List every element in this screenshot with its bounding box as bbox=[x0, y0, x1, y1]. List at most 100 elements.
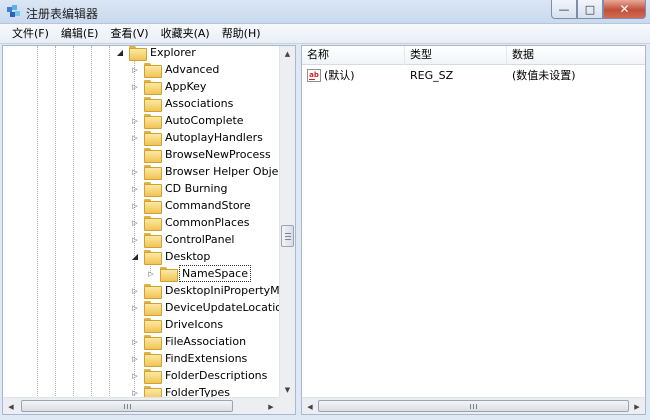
value-name: (默认) bbox=[324, 69, 355, 82]
folder-icon bbox=[144, 182, 162, 197]
close-button[interactable]: ✕ bbox=[603, 0, 646, 19]
expand-arrow-icon[interactable]: ▷ bbox=[130, 282, 140, 299]
menu-view[interactable]: 查看(V) bbox=[104, 24, 154, 44]
value-data: (数值未设置) bbox=[512, 69, 576, 82]
folder-icon bbox=[144, 199, 162, 214]
expand-arrow-icon[interactable]: ▷ bbox=[130, 78, 140, 95]
scroll-left-icon[interactable]: ◀ bbox=[3, 398, 19, 414]
folder-icon bbox=[144, 165, 162, 180]
string-value-icon: ab bbox=[307, 69, 321, 82]
folder-icon bbox=[144, 131, 162, 146]
scroll-right-icon[interactable]: ▶ bbox=[629, 398, 645, 414]
expand-arrow-icon[interactable]: ▷ bbox=[130, 61, 140, 78]
expand-arrow-icon[interactable]: ▷ bbox=[130, 214, 140, 231]
tree-node-findextensions[interactable]: ▷ FindExtensions bbox=[130, 350, 249, 367]
tree-guide-line bbox=[55, 46, 56, 398]
collapse-arrow-icon[interactable]: ◢ bbox=[130, 248, 140, 265]
tree-node-label: AutoplayHandlers bbox=[165, 131, 263, 144]
tree-node-explorer[interactable]: ◢ Explorer bbox=[115, 46, 198, 61]
tree-node-folderdescriptions[interactable]: ▷ FolderDescriptions bbox=[130, 367, 269, 384]
menu-help[interactable]: 帮助(H) bbox=[216, 24, 267, 44]
scroll-down-icon[interactable]: ▼ bbox=[280, 382, 295, 398]
tree-guide-line bbox=[109, 46, 110, 398]
tree-node-desktopinipropertymap[interactable]: ▷ DesktopIniPropertyMap bbox=[130, 282, 295, 299]
folder-open-icon bbox=[144, 250, 162, 265]
tree-node-label: AutoComplete bbox=[165, 114, 244, 127]
folder-icon bbox=[144, 284, 162, 299]
values-list[interactable]: 名称 类型 数据 ab (默认) REG_SZ (数值未设置) ◀ ▶ bbox=[301, 45, 646, 415]
expand-arrow-icon[interactable]: ▷ bbox=[130, 163, 140, 180]
tree-node-label: CommandStore bbox=[165, 199, 251, 212]
values-horizontal-scrollbar[interactable]: ◀ ▶ bbox=[302, 397, 645, 414]
tree-node-label: BrowseNewProcess bbox=[165, 148, 271, 161]
expand-arrow-icon[interactable]: ▷ bbox=[130, 112, 140, 129]
folder-icon bbox=[144, 318, 162, 333]
scroll-right-icon[interactable]: ▶ bbox=[263, 398, 279, 414]
tree-node-autoplayhandlers[interactable]: ▷ AutoplayHandlers bbox=[130, 129, 265, 146]
expand-arrow-icon[interactable]: ▷ bbox=[146, 265, 156, 282]
folder-icon bbox=[144, 335, 162, 350]
value-type: REG_SZ bbox=[410, 69, 454, 82]
tree-node-controlpanel[interactable]: ▷ ControlPanel bbox=[130, 231, 236, 248]
window-controls: — □ ✕ bbox=[551, 0, 646, 19]
expand-arrow-icon[interactable]: ▷ bbox=[130, 350, 140, 367]
tree-horizontal-scrollbar[interactable]: ◀ ▶ bbox=[3, 397, 279, 414]
folder-icon bbox=[144, 216, 162, 231]
tree-node-cd-burning[interactable]: ▷ CD Burning bbox=[130, 180, 229, 197]
folder-icon bbox=[160, 267, 178, 282]
tree-node-namespace[interactable]: ▷ NameSpace bbox=[146, 265, 251, 282]
scroll-thumb[interactable] bbox=[281, 225, 294, 247]
expand-arrow-icon[interactable]: ▷ bbox=[130, 299, 140, 316]
tree-node-desktop[interactable]: ◢ Desktop bbox=[130, 248, 212, 265]
tree-vertical-scrollbar[interactable]: ▲ ▼ bbox=[279, 46, 295, 398]
collapse-arrow-icon[interactable]: ◢ bbox=[115, 46, 125, 61]
tree-node-appkey[interactable]: ▷ AppKey bbox=[130, 78, 208, 95]
list-item[interactable]: ab (默认) REG_SZ (数值未设置) bbox=[302, 66, 645, 85]
scroll-left-icon[interactable]: ◀ bbox=[302, 398, 318, 414]
column-header-name[interactable]: 名称 bbox=[302, 46, 405, 65]
expand-arrow-icon[interactable]: ▷ bbox=[130, 333, 140, 350]
key-tree[interactable]: ◢ Explorer ▷ Advanced ▷ AppKey Associati… bbox=[2, 45, 296, 415]
tree-node-label: Desktop bbox=[165, 250, 211, 263]
tree-node-label: Browser Helper Objects bbox=[165, 165, 295, 178]
tree-node-autocomplete[interactable]: ▷ AutoComplete bbox=[130, 112, 246, 129]
expand-arrow-icon[interactable]: ▷ bbox=[130, 129, 140, 146]
tree-node-label: CD Burning bbox=[165, 182, 228, 195]
tree-node-label: Advanced bbox=[165, 63, 220, 76]
menu-favorites[interactable]: 收藏夹(A) bbox=[155, 24, 216, 44]
expand-arrow-icon[interactable]: ▷ bbox=[130, 180, 140, 197]
tree-node-label: CommonPlaces bbox=[165, 216, 250, 229]
scroll-up-icon[interactable]: ▲ bbox=[280, 46, 295, 62]
tree-node-driveicons[interactable]: DriveIcons bbox=[130, 316, 225, 333]
expand-arrow-icon[interactable]: ▷ bbox=[130, 231, 140, 248]
menu-edit[interactable]: 编辑(E) bbox=[55, 24, 105, 44]
tree-node-associations[interactable]: Associations bbox=[130, 95, 235, 112]
folder-icon bbox=[144, 97, 162, 112]
tree-node-label: FindExtensions bbox=[165, 352, 248, 365]
tree-node-label: Associations bbox=[165, 97, 234, 110]
tree-node-fileassociation[interactable]: ▷ FileAssociation bbox=[130, 333, 248, 350]
menu-file[interactable]: 文件(F) bbox=[6, 24, 55, 44]
tree-node-browsenewprocess[interactable]: BrowseNewProcess bbox=[130, 146, 273, 163]
tree-node-advanced[interactable]: ▷ Advanced bbox=[130, 61, 221, 78]
maximize-button[interactable]: □ bbox=[577, 0, 603, 19]
tree-node-commandstore[interactable]: ▷ CommandStore bbox=[130, 197, 253, 214]
expand-arrow-icon[interactable]: ▷ bbox=[130, 197, 140, 214]
list-header: 名称 类型 数据 bbox=[302, 46, 645, 65]
folder-open-icon bbox=[129, 46, 147, 61]
minimize-button[interactable]: — bbox=[551, 0, 577, 19]
menu-bar: 文件(F) 编辑(E) 查看(V) 收藏夹(A) 帮助(H) bbox=[0, 24, 650, 44]
column-header-data[interactable]: 数据 bbox=[507, 46, 645, 65]
tree-node-label: DriveIcons bbox=[165, 318, 224, 331]
scroll-thumb[interactable] bbox=[318, 400, 629, 412]
tree-node-label: Explorer bbox=[150, 46, 196, 59]
scroll-thumb[interactable] bbox=[21, 400, 233, 412]
folder-icon bbox=[144, 352, 162, 367]
column-header-type[interactable]: 类型 bbox=[405, 46, 507, 65]
expand-arrow-icon[interactable]: ▷ bbox=[130, 367, 140, 384]
tree-node-commonplaces[interactable]: ▷ CommonPlaces bbox=[130, 214, 252, 231]
tree-node-browser-helper-objects[interactable]: ▷ Browser Helper Objects bbox=[130, 163, 295, 180]
tree-node-deviceupdatelocations[interactable]: ▷ DeviceUpdateLocations bbox=[130, 299, 295, 316]
tree-node-label: FolderDescriptions bbox=[165, 369, 268, 382]
